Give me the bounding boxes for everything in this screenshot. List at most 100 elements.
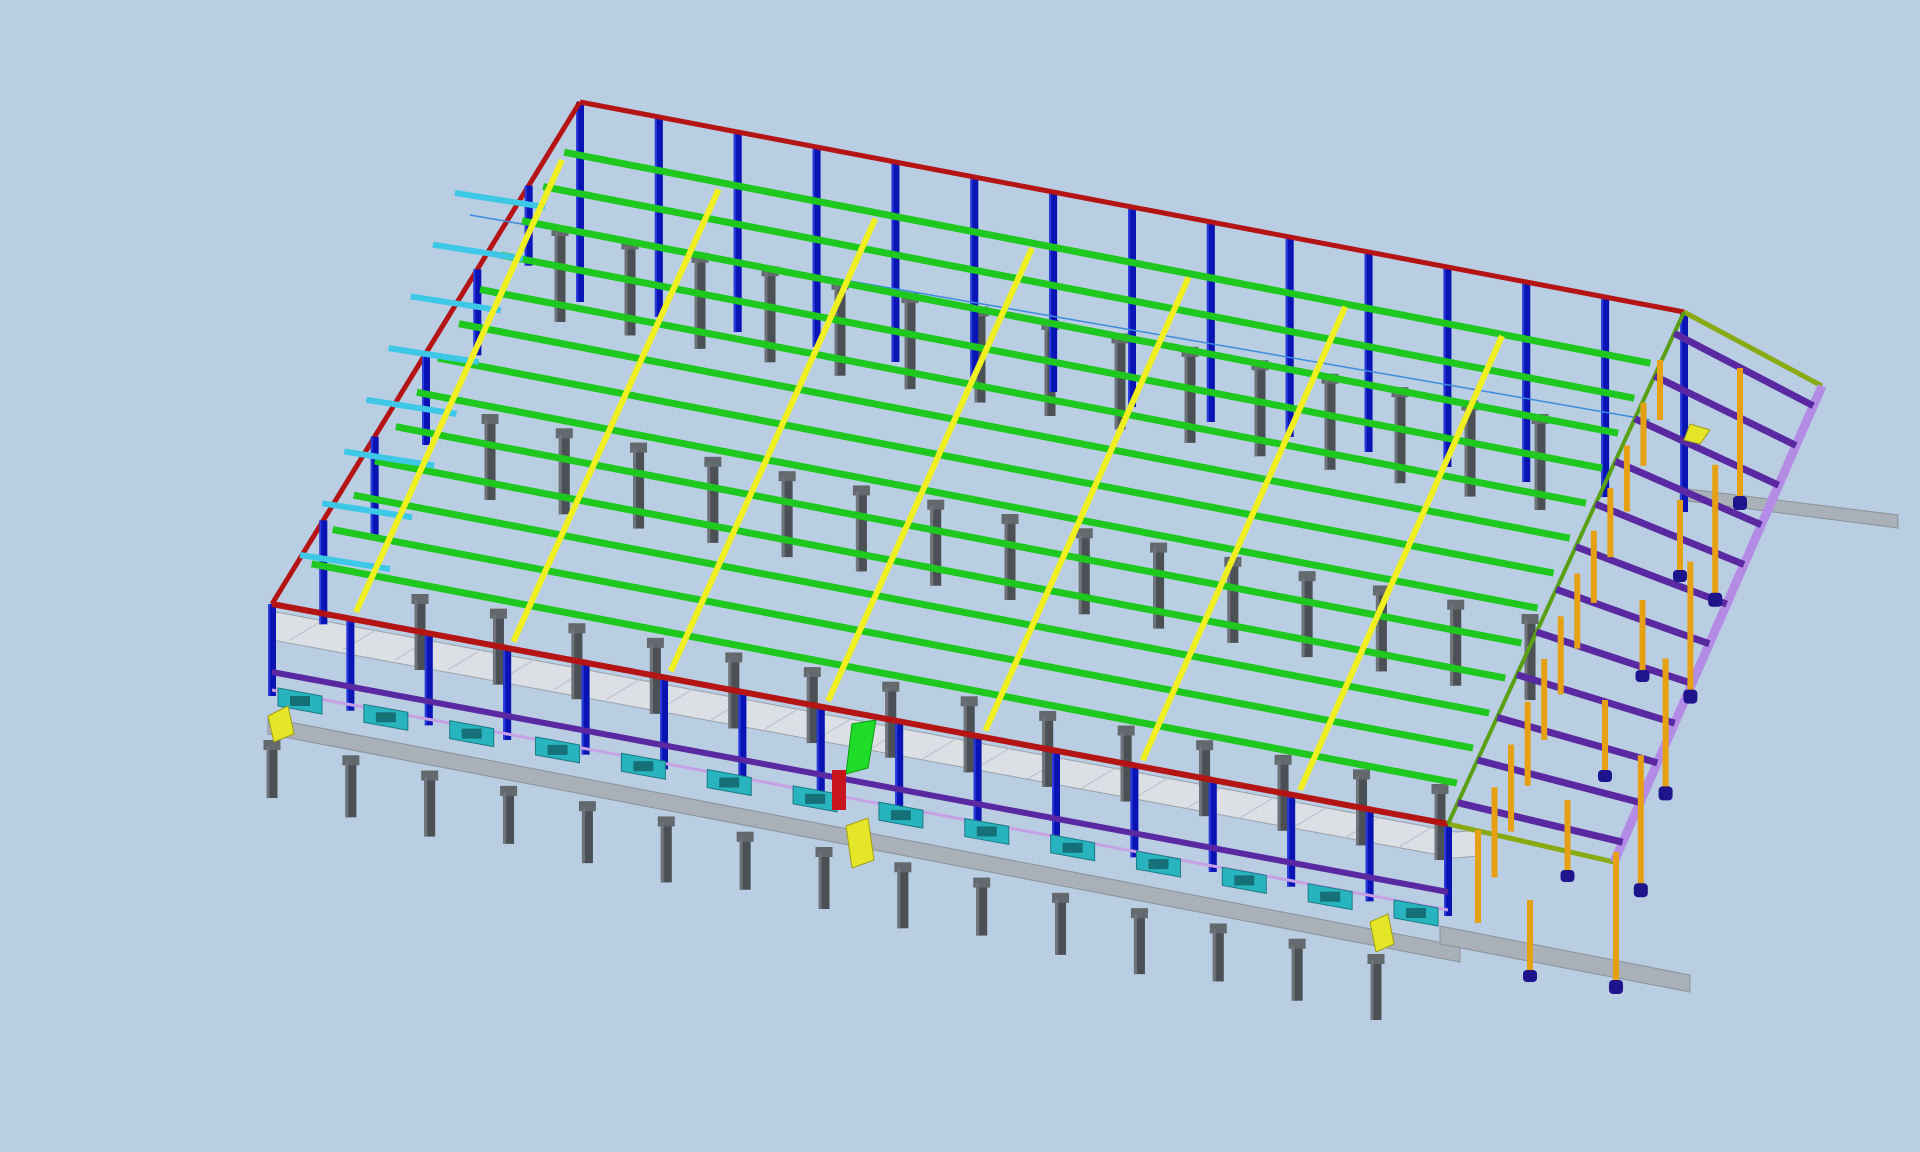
canopy-post	[1564, 800, 1571, 872]
teal-unit-slot	[976, 826, 997, 837]
pile-highlight	[649, 643, 653, 714]
pile-cap	[778, 471, 796, 482]
canopy-post	[1602, 700, 1608, 772]
column-highlight	[1287, 794, 1290, 887]
column-highlight	[268, 604, 270, 696]
structural-frame-model	[0, 0, 1920, 1152]
column-highlight	[1130, 765, 1133, 858]
post-anchor	[1733, 496, 1747, 510]
post-anchor	[1560, 870, 1575, 882]
pile-highlight	[1120, 731, 1124, 802]
pile-highlight	[739, 837, 743, 890]
pile-cap	[1521, 614, 1539, 624]
column-highlight	[973, 736, 976, 828]
canopy-post	[1657, 360, 1663, 420]
pile-highlight	[660, 822, 664, 883]
pile-highlight	[806, 673, 810, 744]
pile-highlight	[1301, 577, 1305, 658]
canopy-post	[1557, 616, 1564, 695]
pile-cap	[657, 816, 675, 827]
pile-cap	[1431, 784, 1449, 794]
canopy-post	[1508, 744, 1515, 832]
3d-viewport[interactable]	[0, 0, 1920, 1152]
post-anchor	[1609, 980, 1623, 994]
pile-highlight	[503, 791, 507, 844]
teal-unit-slot	[633, 761, 654, 772]
column-highlight	[524, 185, 527, 266]
canopy-post	[1590, 530, 1597, 603]
teal-unit-slot	[1062, 842, 1083, 853]
canopy-post	[1640, 402, 1647, 466]
pile-cap	[927, 499, 945, 510]
post-anchor	[1633, 883, 1648, 898]
pile-cap	[1353, 769, 1371, 780]
pile-highlight	[1375, 591, 1379, 672]
pile-cap	[815, 847, 833, 857]
post-anchor	[1523, 970, 1537, 982]
teal-unit-slot	[805, 793, 826, 804]
pile-highlight	[930, 505, 934, 586]
pile-cap	[1130, 908, 1148, 919]
pile-highlight	[694, 258, 698, 349]
teal-unit-slot	[1234, 875, 1255, 886]
pile-highlight	[728, 658, 732, 729]
column-highlight	[816, 706, 819, 799]
pile-highlight	[1055, 898, 1059, 955]
pile-highlight	[764, 272, 768, 363]
pile-highlight	[571, 629, 575, 700]
teal-unit-slot	[375, 712, 396, 723]
canopy-post	[1527, 900, 1533, 972]
column-highlight	[424, 633, 427, 726]
teal-unit-slot	[290, 696, 310, 706]
pile-highlight	[963, 702, 967, 773]
pile-highlight	[345, 761, 349, 818]
pile-cap	[1196, 740, 1214, 751]
post-anchor	[1683, 689, 1698, 704]
door-red	[832, 770, 846, 810]
canopy-post	[1637, 755, 1644, 886]
column-highlight	[660, 677, 662, 770]
column-highlight	[473, 269, 476, 356]
canopy-post	[1607, 488, 1614, 558]
column-highlight	[346, 618, 349, 711]
column-highlight	[1680, 312, 1682, 512]
pile-highlight	[976, 883, 980, 936]
canopy-post	[1491, 787, 1498, 878]
column-highlight	[581, 662, 584, 755]
pile-cap	[1288, 938, 1306, 949]
pile-highlight	[1356, 775, 1360, 846]
canopy-post	[1613, 852, 1619, 982]
pile-cap	[342, 755, 360, 766]
pile-cap	[568, 623, 586, 634]
pile-highlight	[266, 746, 270, 798]
canopy-post	[1639, 600, 1646, 672]
pile-cap	[1367, 954, 1385, 964]
canopy-post	[1524, 701, 1531, 786]
pile-highlight	[581, 807, 585, 864]
canopy-post	[1662, 658, 1669, 789]
pile-highlight	[1277, 760, 1281, 831]
pile-cap	[555, 428, 573, 439]
pile-highlight	[781, 477, 785, 558]
pile-cap	[736, 831, 754, 842]
post-anchor	[1658, 786, 1673, 801]
pile-cap	[1117, 725, 1135, 736]
canopy-post	[1574, 573, 1581, 649]
pile-highlight	[424, 776, 428, 837]
canopy-post	[1475, 830, 1481, 923]
pile-cap	[852, 485, 870, 496]
post-anchor	[1708, 592, 1723, 607]
canopy-post	[1677, 500, 1683, 572]
pile-highlight	[1042, 716, 1046, 787]
pile-highlight	[624, 245, 628, 336]
column-highlight	[503, 648, 506, 740]
pile-highlight	[707, 462, 711, 543]
pile-cap	[481, 414, 499, 424]
canopy-post	[1687, 561, 1694, 692]
pile-highlight	[1212, 929, 1216, 982]
pile-highlight	[492, 614, 496, 685]
canopy-post	[1712, 464, 1719, 595]
pile-highlight	[554, 232, 558, 322]
pile-cap	[725, 652, 743, 663]
post-anchor	[1673, 570, 1687, 582]
